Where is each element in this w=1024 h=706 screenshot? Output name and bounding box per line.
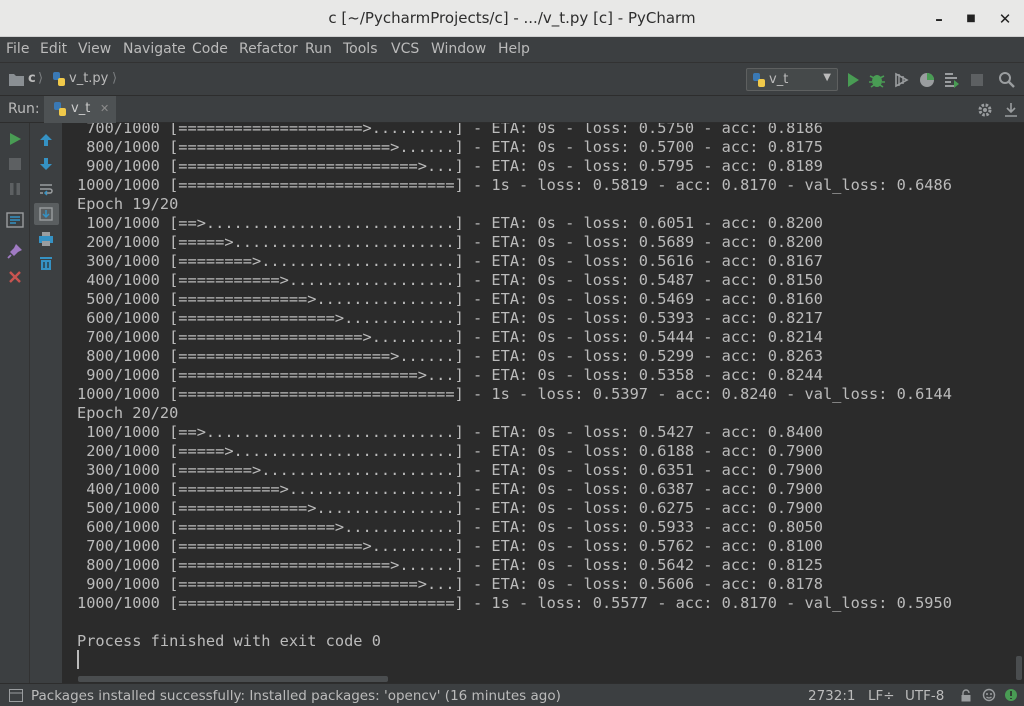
status-bar: Packages installed successfully: Install…	[0, 683, 1024, 706]
breadcrumb-separator: ⟩	[112, 71, 118, 86]
console-line: 800/1000 [=======================>......…	[77, 347, 823, 365]
console-line: 100/1000 [==>...........................…	[77, 423, 823, 441]
rerun-icon[interactable]	[7, 131, 23, 147]
arrow-down-icon[interactable]	[38, 156, 54, 172]
run-icon[interactable]	[844, 71, 862, 89]
search-icon[interactable]	[998, 71, 1016, 89]
python-icon	[753, 73, 765, 87]
soft-wrap-icon[interactable]	[38, 181, 54, 197]
menu-run[interactable]: Run	[305, 41, 332, 57]
menu-vcs[interactable]: VCS	[391, 41, 419, 57]
run-toolbar-secondary	[30, 123, 63, 683]
console-line: 600/1000 [=================>............…	[77, 309, 823, 327]
window-title: c [~/PycharmProjects/c] - .../v_t.py [c]…	[328, 9, 696, 27]
vertical-scrollbar[interactable]	[1016, 656, 1022, 680]
menu-edit[interactable]: Edit	[40, 41, 67, 57]
menu-view[interactable]: View	[78, 41, 111, 57]
navigation-bar: c ⟩ v_t.py ⟩ v_t ▼	[0, 63, 1024, 96]
console-line: Process finished with exit code 0	[77, 632, 381, 650]
file-encoding[interactable]: UTF-8	[905, 688, 944, 704]
title-bar: c [~/PycharmProjects/c] - .../v_t.py [c]…	[0, 0, 1024, 37]
horizontal-scrollbar[interactable]	[78, 676, 388, 682]
concurrency-diagram-icon[interactable]	[943, 71, 961, 89]
profile-icon[interactable]	[918, 71, 936, 89]
menu-code[interactable]: Code	[192, 41, 228, 57]
menu-window[interactable]: Window	[431, 41, 486, 57]
console-line: 1000/1000 [=============================…	[77, 385, 952, 403]
line-separator[interactable]: LF÷	[868, 688, 895, 704]
console-line: 800/1000 [=======================>......…	[77, 138, 823, 156]
console-line: 400/1000 [===========>..................…	[77, 480, 823, 498]
menu-tools[interactable]: Tools	[343, 41, 378, 57]
debug-icon[interactable]	[868, 71, 886, 89]
caret-position[interactable]: 2732:1	[808, 688, 856, 704]
tool-windows-icon[interactable]	[9, 689, 23, 702]
menu-navigate[interactable]: Navigate	[123, 41, 186, 57]
run-with-coverage-icon[interactable]	[893, 71, 911, 89]
console-line: 900/1000 [==========================>...…	[77, 366, 823, 384]
console-line: Epoch 20/20	[77, 404, 179, 422]
python-file-icon	[53, 72, 65, 86]
run-panel-label: Run:	[8, 101, 40, 117]
close-button[interactable]: ✕	[994, 8, 1016, 30]
run-configuration-select[interactable]: v_t ▼	[746, 68, 838, 91]
stop-icon[interactable]	[968, 71, 986, 89]
lock-icon[interactable]	[960, 689, 972, 702]
chevron-down-icon: ▼	[823, 72, 831, 83]
close-icon[interactable]	[7, 269, 23, 285]
console-line: 500/1000 [==============>...............…	[77, 290, 823, 308]
console-line: 300/1000 [========>.....................…	[77, 461, 823, 479]
console-line: 900/1000 [==========================>...…	[77, 157, 823, 175]
menu-refactor[interactable]: Refactor	[239, 41, 298, 57]
run-tab[interactable]: v_t ✕	[44, 96, 116, 123]
text-caret	[77, 650, 79, 669]
console-line: 500/1000 [==============>...............…	[77, 499, 823, 517]
console-line: 700/1000 [====================>.........…	[77, 328, 823, 346]
console-line: 800/1000 [=======================>......…	[77, 556, 823, 574]
run-tab-label: v_t	[71, 101, 91, 116]
console-output[interactable]: 700/1000 [====================>.........…	[63, 123, 1024, 683]
pin-icon[interactable]	[7, 243, 23, 259]
menu-bar: File Edit View Navigate Code Refactor Ru…	[0, 37, 1024, 63]
console-line: 100/1000 [==>...........................…	[77, 214, 823, 232]
event-log-icon[interactable]	[1004, 688, 1018, 702]
run-configuration-label: v_t	[769, 72, 789, 87]
print-icon[interactable]	[38, 231, 54, 247]
console-line: 1000/1000 [=============================…	[77, 594, 952, 612]
menu-file[interactable]: File	[6, 41, 29, 57]
run-toolbar-primary	[0, 123, 30, 683]
console-line: 400/1000 [===========>..................…	[77, 271, 823, 289]
hide-panel-icon[interactable]	[1003, 101, 1019, 119]
console-line: 200/1000 [=====>........................…	[77, 233, 823, 251]
console-line: Epoch 19/20	[77, 195, 179, 213]
console-line: 300/1000 [========>.....................…	[77, 252, 823, 270]
breadcrumb-file[interactable]: v_t.py	[69, 71, 108, 86]
trash-icon[interactable]	[38, 255, 54, 271]
inspector-icon[interactable]	[982, 688, 996, 702]
breadcrumb-project[interactable]: c	[28, 71, 36, 86]
breadcrumb-separator: ⟩	[38, 71, 44, 86]
maximize-button[interactable]: ■	[960, 8, 982, 30]
run-panel-header: Run: v_t ✕	[0, 96, 1024, 123]
console-line: 900/1000 [==========================>...…	[77, 575, 823, 593]
dump-threads-icon[interactable]	[6, 212, 24, 228]
console-line: 700/1000 [====================>.........…	[77, 537, 823, 555]
folder-icon	[9, 74, 24, 86]
console-line: 200/1000 [=====>........................…	[77, 442, 823, 460]
arrow-up-icon[interactable]	[38, 132, 54, 148]
scroll-to-end-icon	[39, 207, 53, 221]
console-line: 1000/1000 [=============================…	[77, 176, 952, 194]
gear-icon[interactable]	[976, 101, 994, 119]
console-line: 600/1000 [=================>............…	[77, 518, 823, 536]
stop-icon[interactable]	[7, 156, 23, 172]
status-message[interactable]: Packages installed successfully: Install…	[31, 688, 561, 704]
console-line: 700/1000 [====================>.........…	[77, 123, 823, 137]
scroll-to-end-toggle[interactable]	[34, 203, 59, 225]
pause-icon[interactable]	[7, 181, 23, 197]
minimize-button[interactable]: –	[928, 8, 950, 30]
python-icon	[54, 102, 66, 116]
menu-help[interactable]: Help	[498, 41, 530, 57]
close-icon[interactable]: ✕	[100, 102, 109, 115]
